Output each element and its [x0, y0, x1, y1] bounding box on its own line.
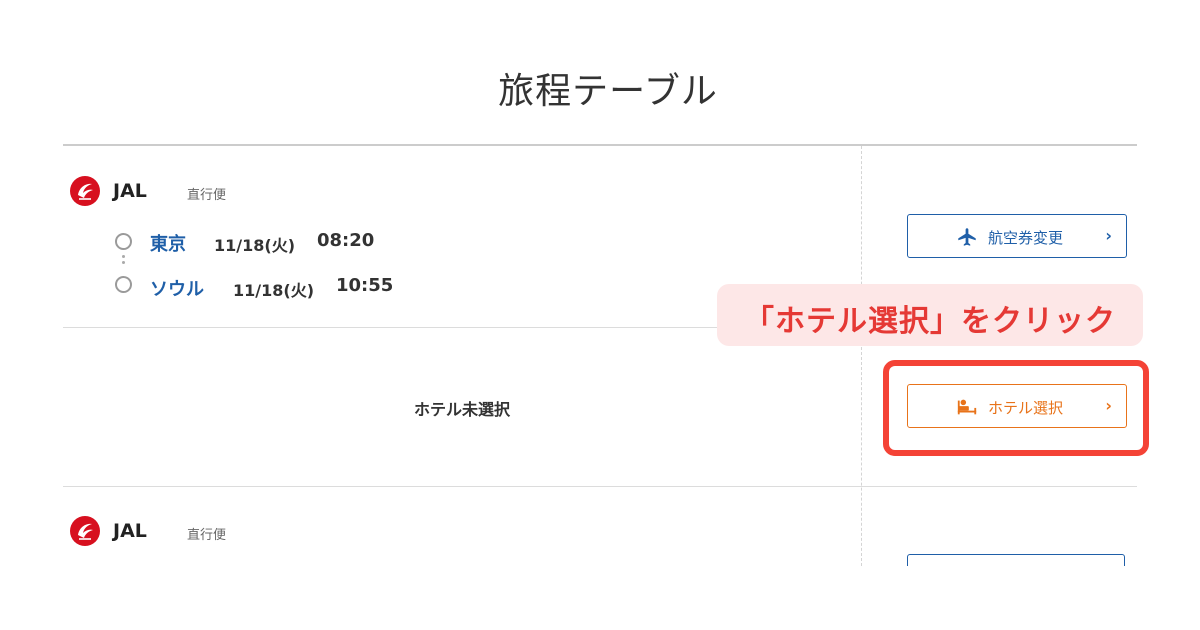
origin-time: 08:20 [317, 230, 375, 251]
flight-type: 直行便 [187, 188, 227, 203]
page-title: 旅程テーブル [498, 71, 718, 112]
airline-name: JAL [113, 180, 147, 202]
chevron-right-icon: › [1105, 226, 1112, 245]
airline-name: JAL [113, 520, 147, 542]
click-highlight-frame [883, 360, 1149, 456]
jal-logo-icon [70, 176, 100, 206]
title-divider [63, 144, 1137, 146]
change-flight-button[interactable]: 航空券変更 › [907, 214, 1127, 258]
airplane-icon [958, 228, 976, 246]
instruction-callout: 「ホテル選択」をクリック [717, 284, 1143, 346]
route-dots [122, 255, 125, 267]
jal-logo-icon [70, 516, 100, 546]
airline-header: JAL [69, 174, 147, 208]
row-divider [63, 486, 1137, 487]
instruction-callout-text: 「ホテル選択」をクリック [744, 304, 1116, 339]
destination-marker [115, 276, 132, 293]
origin-city: 東京 [150, 234, 186, 255]
airline-header: JAL [69, 514, 147, 548]
hotel-status: ホテル未選択 [413, 400, 510, 419]
flight-type: 直行便 [187, 528, 227, 543]
origin-marker [115, 233, 132, 250]
destination-city: ソウル [150, 279, 204, 300]
origin-date: 11/18(火) [214, 236, 296, 255]
column-divider [861, 146, 862, 566]
change-flight-button-partial[interactable] [907, 554, 1127, 566]
destination-date: 11/18(火) [233, 281, 315, 300]
change-flight-label: 航空券変更 [988, 229, 1064, 247]
destination-time: 10:55 [336, 275, 394, 296]
